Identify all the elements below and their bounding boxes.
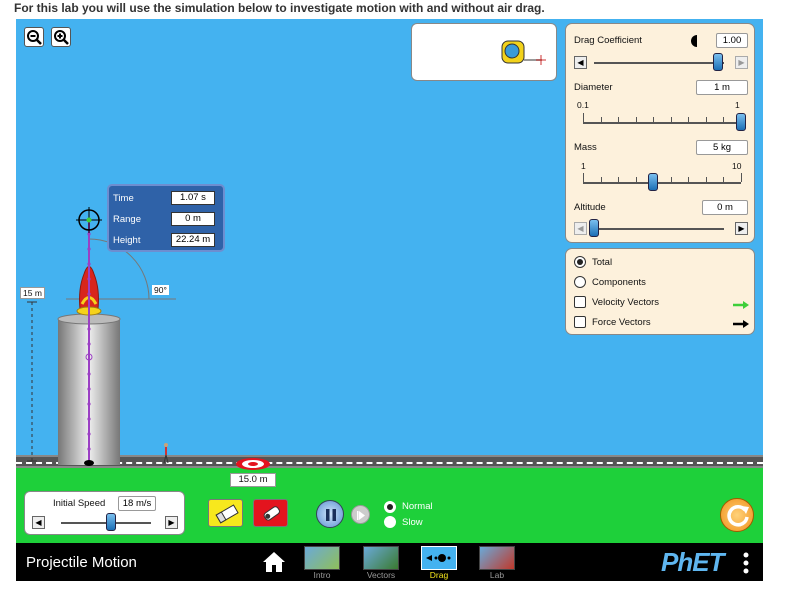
vectors-panel: Total Components Velocity Vectors Force … [565,248,755,335]
altitude-value: 0 m [702,200,748,215]
components-label: Components [592,277,646,288]
more-vertical-icon[interactable] [742,551,750,580]
drag-tab-icon [421,546,457,570]
slow-speed-radio[interactable] [384,516,396,528]
mass-label: Mass [574,142,597,153]
cannon-angle-label[interactable]: 90° [152,285,169,295]
drag-shape-icon[interactable] [688,34,700,48]
drag-coefficient-label: Drag Coefficient [574,35,642,46]
fire-button[interactable] [253,499,288,527]
vectors-tab-icon [363,546,399,570]
tab-lab-label: Lab [489,570,505,580]
slider-tick [635,177,637,182]
time-label: Time [113,193,134,204]
initial-speed-slider-thumb[interactable] [105,513,116,531]
fire-cannon-icon [263,506,280,521]
diameter-value: 1 m [696,80,748,95]
range-label: Range [113,214,141,225]
initial-speed-decrease-button[interactable]: ◀ [32,516,45,529]
home-icon[interactable] [262,551,286,578]
scene-drawing [27,207,270,470]
mass-value: 5 kg [696,140,748,155]
slider-tick [635,117,637,122]
force-arrow-icon [732,316,750,334]
intro-tab-icon [304,546,340,570]
slider-tick [600,177,602,182]
step-icon [357,511,365,520]
height-label: Height [113,235,141,246]
altitude-increase-button[interactable]: ▶ [735,222,748,235]
altitude-label: Altitude [574,202,606,213]
slider-tick [705,177,707,182]
tab-vectors-label: Vectors [366,570,396,580]
mass-max-label: 10 [732,161,742,171]
projectile [84,460,94,466]
reset-button[interactable] [720,498,754,532]
slider-tick [618,117,620,122]
tab-intro-label: Intro [313,570,331,580]
initial-speed-label: Initial Speed [53,498,106,509]
velocity-arrow-icon [732,297,750,315]
mass-slider-thumb[interactable] [647,173,658,191]
total-label: Total [592,257,613,268]
person-figure [163,443,169,464]
diameter-min-label: 0.1 [577,100,589,110]
sim-title: Projectile Motion [26,554,137,571]
altitude-slider-thumb[interactable] [589,219,599,237]
drag-coefficient-increase-button[interactable]: ▶ [735,56,748,69]
mass-min-label: 1 [581,161,586,171]
slider-tick [670,177,672,182]
drag-coefficient-track [594,62,724,64]
slider-tick [670,117,672,122]
normal-speed-label: Normal [402,501,433,512]
mass-track [583,182,741,184]
phet-logo[interactable]: PhET [661,547,724,578]
slider-tick [705,117,707,122]
lab-tab-icon [479,546,515,570]
initial-speed-panel: Initial Speed 18 m/s ◀ ▶ [24,491,185,535]
slider-tick [583,173,584,182]
initial-speed-value: 18 m/s [118,496,156,511]
target-distance-label: 15.0 m [230,473,276,487]
drag-coefficient-value: 1.00 [716,33,748,48]
initial-speed-increase-button[interactable]: ▶ [165,516,178,529]
diameter-track [583,122,741,124]
diameter-slider-thumb[interactable] [736,113,746,131]
measurement-readout[interactable]: Time 1.07 s Range 0 m Height 22.24 m [107,184,225,252]
navigation-bar: Projectile Motion Intro Vectors Drag Lab… [16,543,763,581]
cannon-height-label[interactable]: 15 m [20,287,45,299]
velocity-vectors-label: Velocity Vectors [592,297,660,308]
normal-speed-radio[interactable] [384,501,396,513]
height-value: 22.24 m [171,233,215,247]
reset-icon [727,505,749,527]
slider-tick [653,117,655,122]
diameter-max-label: 1 [735,100,740,110]
pause-icon [326,509,336,521]
eraser-button[interactable] [208,499,243,527]
range-value: 0 m [171,212,215,226]
altitude-track [594,228,724,230]
slider-tick [741,173,742,182]
slider-tick [583,113,584,122]
diameter-label: Diameter [574,82,613,93]
force-vectors-label: Force Vectors [592,317,651,328]
slider-tick [723,117,725,122]
tab-drag-label: Drag [429,570,449,580]
target-icon [236,458,270,470]
slider-tick [618,177,620,182]
drag-settings-panel: Drag Coefficient 1.00 ◀ ▶ Diameter 1 m 0… [565,23,755,243]
drag-coefficient-slider-thumb[interactable] [712,53,723,71]
step-button[interactable] [351,505,370,524]
pause-button[interactable] [316,500,344,528]
eraser-icon [215,504,239,524]
simulation-area: Drag Coefficient 1.00 ◀ ▶ Diameter 1 m 0… [16,19,763,581]
slider-tick [688,177,690,182]
slider-tick [723,177,725,182]
time-value: 1.07 s [171,191,215,205]
slider-tick [600,117,602,122]
slow-speed-label: Slow [402,517,423,528]
slider-tick [688,117,690,122]
lab-instructions: For this lab you will use the simulation… [14,1,545,15]
